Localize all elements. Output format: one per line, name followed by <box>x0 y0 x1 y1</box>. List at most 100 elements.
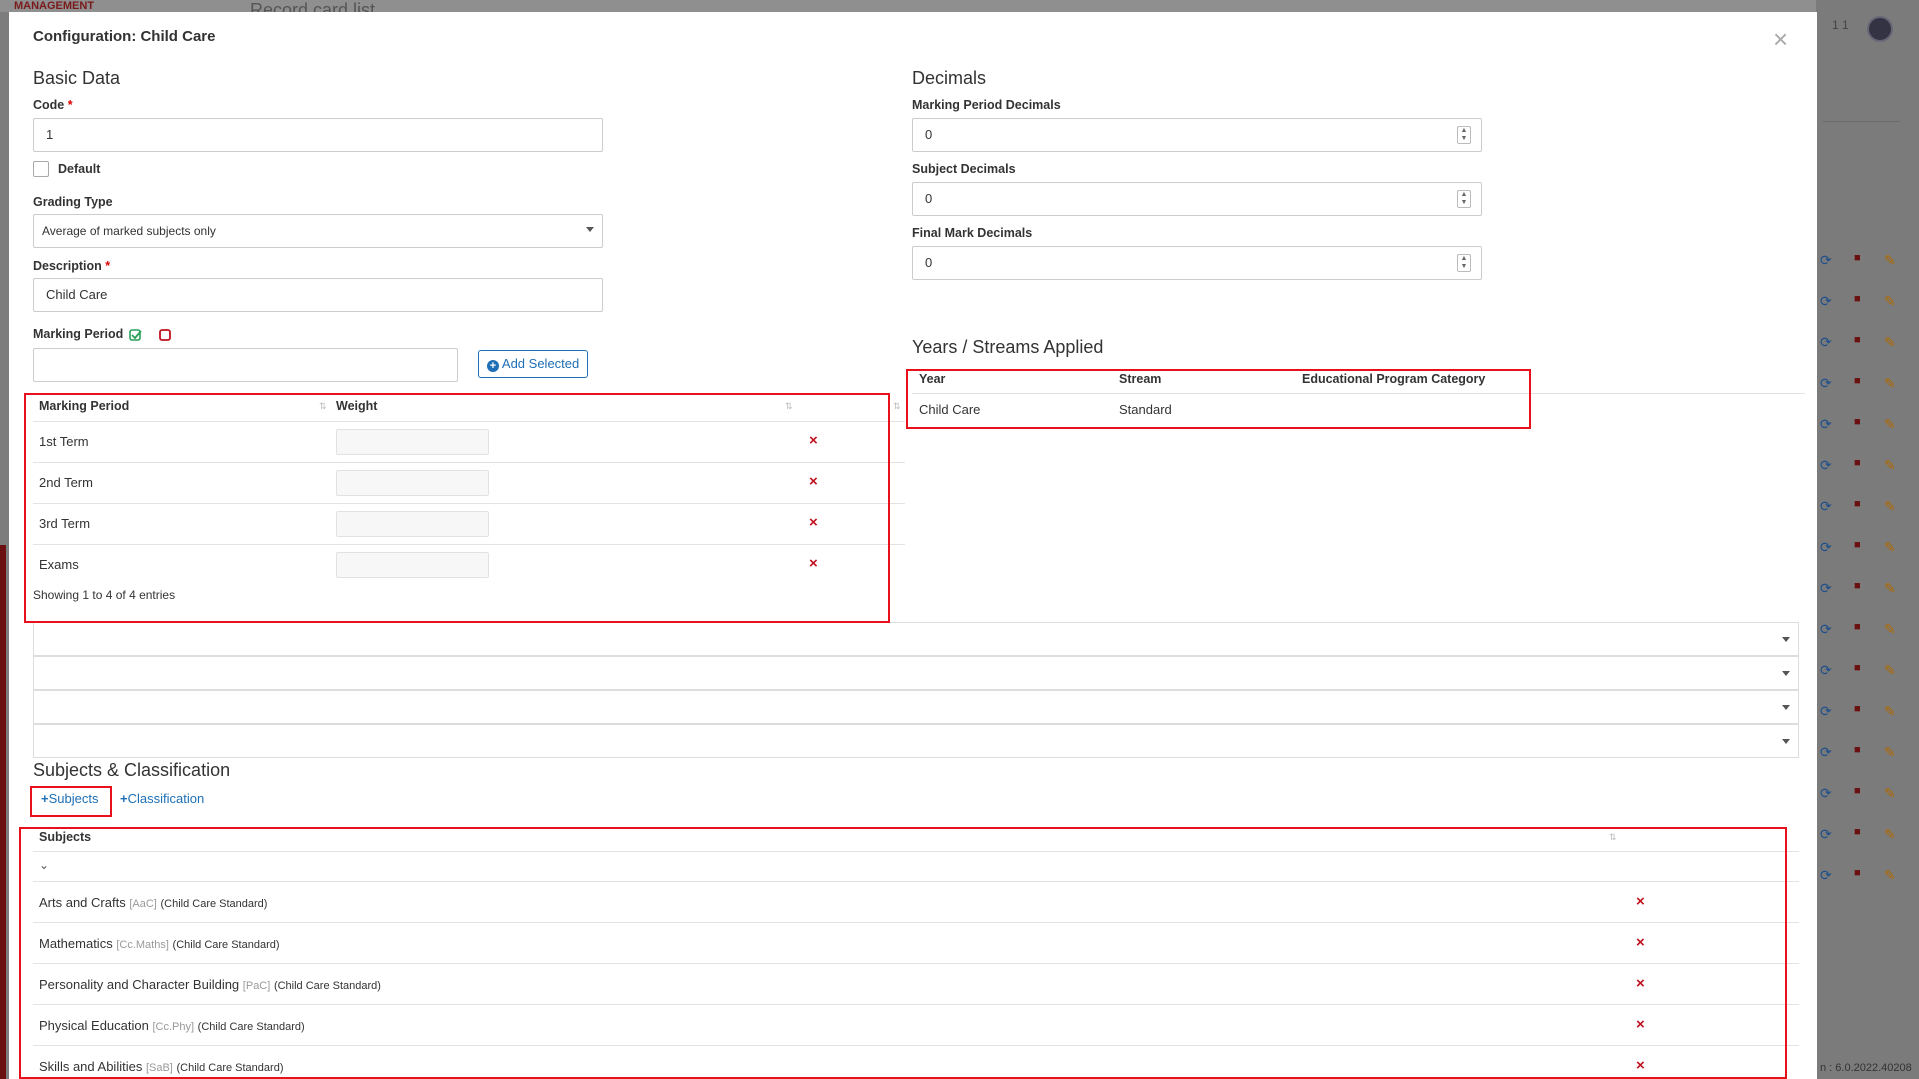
table-info: Showing 1 to 4 of 4 entries <box>33 588 176 602</box>
code-field[interactable]: 1 <box>33 118 603 152</box>
edit-icon[interactable]: ✎ <box>1884 621 1896 638</box>
col-stream[interactable]: Stream <box>1119 372 1161 386</box>
default-label: Default <box>58 162 101 176</box>
spinner-icon[interactable]: ▲ ▼ <box>1457 254 1471 272</box>
refresh-icon[interactable]: ⟳ <box>1820 785 1832 802</box>
delete-icon[interactable]: × <box>1636 1057 1645 1074</box>
sort-icon[interactable]: ⇅ <box>785 401 793 412</box>
trash-icon[interactable]: ■ <box>1854 744 1861 756</box>
delete-icon[interactable]: × <box>809 514 818 531</box>
refresh-icon[interactable]: ⟳ <box>1820 457 1832 474</box>
description-field[interactable]: Child Care <box>33 278 603 312</box>
trash-icon[interactable]: ■ <box>1854 293 1861 305</box>
collapsible-panel[interactable] <box>33 724 1799 758</box>
col-weight[interactable]: Weight <box>336 399 377 413</box>
edit-icon[interactable]: ✎ <box>1884 252 1896 269</box>
collapsible-panel[interactable] <box>33 690 1799 724</box>
default-checkbox[interactable] <box>33 161 49 177</box>
trash-icon[interactable]: ■ <box>1854 621 1861 633</box>
trash-icon[interactable]: ■ <box>1854 662 1861 674</box>
bg-row-actions: ⟳ ■ ✎ <box>1816 457 1916 477</box>
collapsible-panel[interactable] <box>33 656 1799 690</box>
delete-icon[interactable]: × <box>1636 975 1645 992</box>
delete-icon[interactable]: × <box>809 473 818 490</box>
refresh-icon[interactable]: ⟳ <box>1820 539 1832 556</box>
marking-period-decimals-field[interactable]: 0 ▲ ▼ <box>912 118 1482 152</box>
weight-input[interactable] <box>336 429 489 455</box>
avatar[interactable] <box>1867 16 1893 42</box>
sort-icon[interactable]: ⇅ <box>319 401 327 412</box>
refresh-icon[interactable]: ⟳ <box>1820 621 1832 638</box>
final-mark-decimals-field[interactable]: 0 ▲ ▼ <box>912 246 1482 280</box>
delete-icon[interactable]: × <box>1636 893 1645 910</box>
weight-input[interactable] <box>336 552 489 578</box>
edit-icon[interactable]: ✎ <box>1884 826 1896 843</box>
edit-icon[interactable]: ✎ <box>1884 580 1896 597</box>
edit-icon[interactable]: ✎ <box>1884 539 1896 556</box>
edit-icon[interactable]: ✎ <box>1884 416 1896 433</box>
expand-chevron-icon[interactable]: ⌄ <box>39 858 49 872</box>
refresh-icon[interactable]: ⟳ <box>1820 744 1832 761</box>
add-subjects-button[interactable]: +Subjects <box>41 788 98 810</box>
add-selected-button[interactable]: + Add Selected <box>478 350 589 378</box>
weight-input[interactable] <box>336 511 489 537</box>
trash-icon[interactable]: ■ <box>1854 539 1861 551</box>
weight-input[interactable] <box>336 470 489 496</box>
trash-icon[interactable]: ■ <box>1854 785 1861 797</box>
subject-decimals-field[interactable]: 0 ▲ ▼ <box>912 182 1482 216</box>
trash-icon[interactable]: ■ <box>1854 498 1861 510</box>
refresh-icon[interactable]: ⟳ <box>1820 293 1832 310</box>
trash-icon[interactable]: ■ <box>1854 416 1861 428</box>
refresh-icon[interactable]: ⟳ <box>1820 498 1832 515</box>
delete-icon[interactable]: × <box>809 555 818 572</box>
sort-icon[interactable]: ⇅ <box>893 401 901 412</box>
add-classification-button[interactable]: +Classification <box>120 788 204 810</box>
marking-period-select[interactable] <box>33 348 458 382</box>
spinner-icon[interactable]: ▲ ▼ <box>1457 190 1471 208</box>
edit-icon[interactable]: ✎ <box>1884 457 1896 474</box>
trash-icon[interactable]: ■ <box>1854 580 1861 592</box>
plus-circle-icon: + <box>487 360 499 372</box>
col-category[interactable]: Educational Program Category <box>1302 372 1485 386</box>
trash-icon[interactable]: ■ <box>1854 252 1861 264</box>
delete-icon[interactable]: × <box>809 432 818 449</box>
edit-icon[interactable]: ✎ <box>1884 785 1896 802</box>
refresh-icon[interactable]: ⟳ <box>1820 867 1832 884</box>
refresh-icon[interactable]: ⟳ <box>1820 826 1832 843</box>
refresh-icon[interactable]: ⟳ <box>1820 703 1832 720</box>
uncheck-all-icon[interactable] <box>159 329 171 341</box>
refresh-icon[interactable]: ⟳ <box>1820 580 1832 597</box>
refresh-icon[interactable]: ⟳ <box>1820 662 1832 679</box>
bg-select[interactable] <box>1822 96 1900 122</box>
refresh-icon[interactable]: ⟳ <box>1820 252 1832 269</box>
trash-icon[interactable]: ■ <box>1854 703 1861 715</box>
check-all-icon[interactable] <box>129 328 143 342</box>
spinner-icon[interactable]: ▲ ▼ <box>1457 126 1471 144</box>
col-subjects[interactable]: Subjects <box>39 830 91 844</box>
trash-icon[interactable]: ■ <box>1854 334 1861 346</box>
sort-icon[interactable]: ⇅ <box>1609 832 1617 843</box>
trash-icon[interactable]: ■ <box>1854 457 1861 469</box>
trash-icon[interactable]: ■ <box>1854 826 1861 838</box>
edit-icon[interactable]: ✎ <box>1884 498 1896 515</box>
edit-icon[interactable]: ✎ <box>1884 334 1896 351</box>
edit-icon[interactable]: ✎ <box>1884 744 1896 761</box>
refresh-icon[interactable]: ⟳ <box>1820 334 1832 351</box>
refresh-icon[interactable]: ⟳ <box>1820 416 1832 433</box>
edit-icon[interactable]: ✎ <box>1884 375 1896 392</box>
col-marking-period[interactable]: Marking Period <box>39 399 129 413</box>
trash-icon[interactable]: ■ <box>1854 867 1861 879</box>
edit-icon[interactable]: ✎ <box>1884 293 1896 310</box>
close-icon[interactable]: × <box>1773 26 1788 52</box>
delete-icon[interactable]: × <box>1636 934 1645 951</box>
grading-type-select[interactable]: Average of marked subjects only <box>33 214 603 248</box>
refresh-icon[interactable]: ⟳ <box>1820 375 1832 392</box>
bg-user-menu[interactable]: 1 1 <box>1832 18 1849 32</box>
col-year[interactable]: Year <box>919 372 945 386</box>
edit-icon[interactable]: ✎ <box>1884 703 1896 720</box>
edit-icon[interactable]: ✎ <box>1884 662 1896 679</box>
delete-icon[interactable]: × <box>1636 1016 1645 1033</box>
edit-icon[interactable]: ✎ <box>1884 867 1896 884</box>
trash-icon[interactable]: ■ <box>1854 375 1861 387</box>
collapsible-panel[interactable] <box>33 622 1799 656</box>
